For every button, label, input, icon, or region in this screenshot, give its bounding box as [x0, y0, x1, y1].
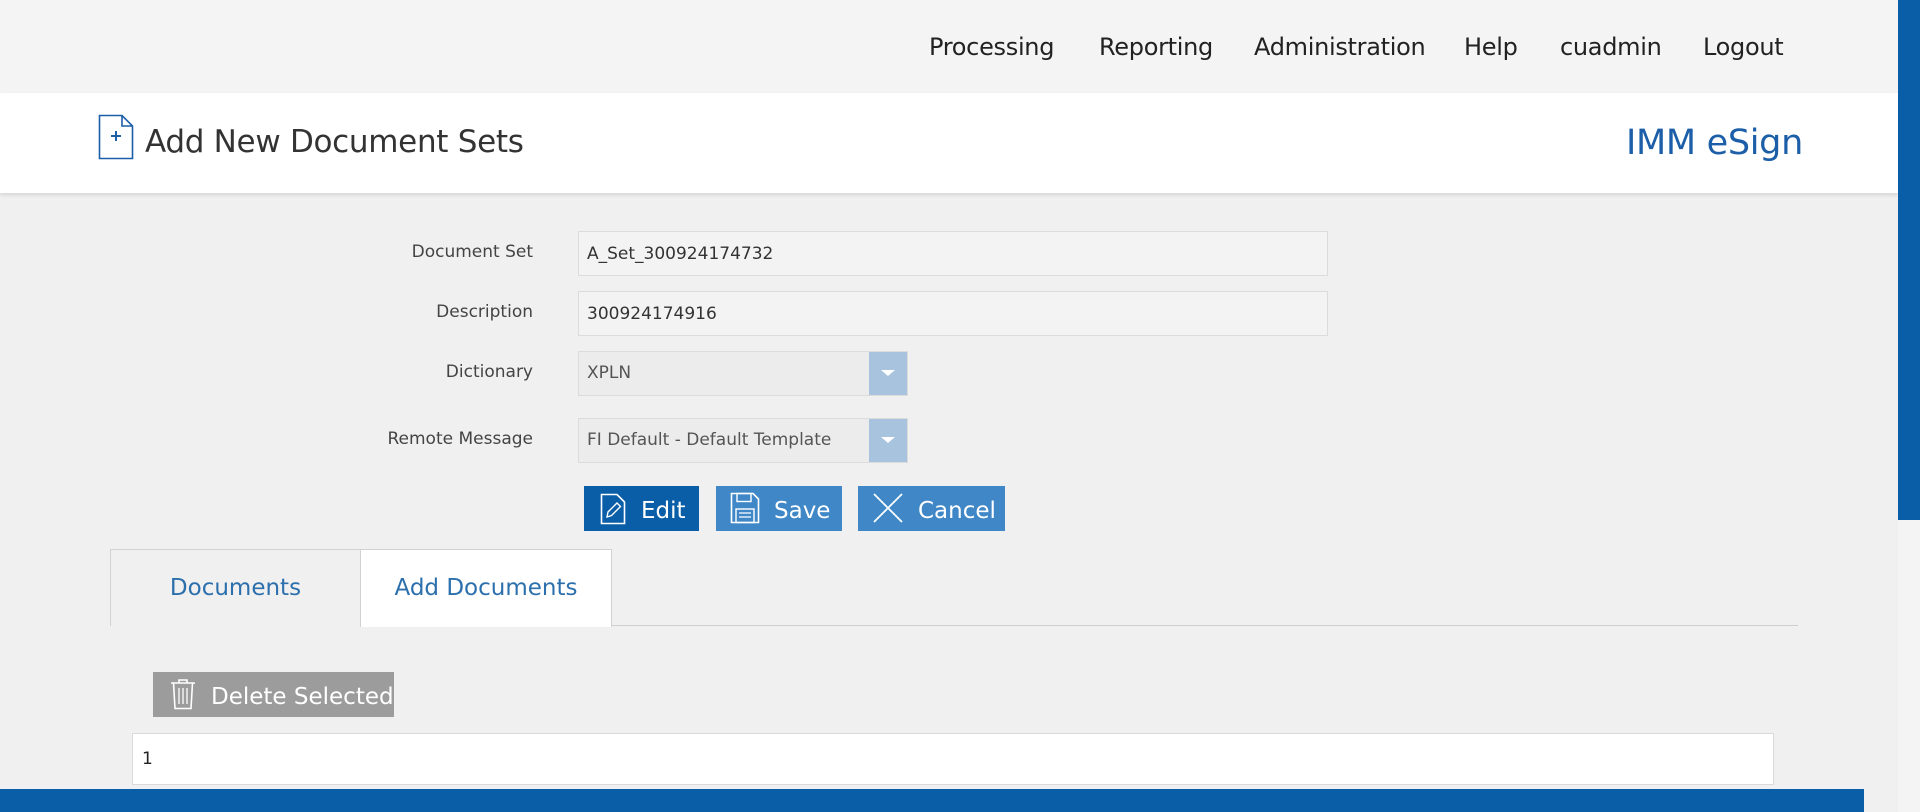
- footer-bar: [0, 789, 1864, 812]
- tab-add-documents[interactable]: Add Documents: [360, 549, 612, 627]
- delete-selected-label: Delete Selected: [211, 684, 394, 710]
- dictionary-value: XPLN: [587, 363, 632, 383]
- trash-icon: [171, 679, 195, 710]
- top-navigation: Processing Reporting Administration Help…: [0, 0, 1898, 93]
- nav-user-menu[interactable]: cuadmin: [1560, 33, 1662, 61]
- table-row[interactable]: 1: [132, 733, 1774, 785]
- nav-help[interactable]: Help: [1464, 33, 1518, 61]
- dictionary-label: Dictionary: [445, 362, 533, 382]
- chevron-down-icon[interactable]: [869, 419, 907, 462]
- save-icon: [730, 492, 760, 524]
- scrollbar-thumb[interactable]: [1898, 0, 1920, 520]
- table-cell: 1: [142, 749, 153, 769]
- edit-icon: [600, 493, 626, 525]
- cancel-label: Cancel: [918, 498, 996, 524]
- close-icon: [873, 493, 903, 523]
- nav-administration[interactable]: Administration: [1254, 33, 1426, 61]
- page-title: Add New Document Sets: [145, 124, 524, 160]
- footer-gap: [1864, 789, 1898, 812]
- description-input[interactable]: [578, 291, 1328, 336]
- dictionary-select[interactable]: XPLN: [578, 351, 908, 396]
- cancel-button[interactable]: Cancel: [858, 486, 1005, 531]
- document-set-input[interactable]: [578, 231, 1328, 276]
- save-label: Save: [774, 498, 831, 524]
- remote-message-value: FI Default - Default Template: [587, 430, 832, 450]
- delete-selected-button[interactable]: Delete Selected: [153, 672, 394, 717]
- nav-logout[interactable]: Logout: [1703, 33, 1784, 61]
- save-button[interactable]: Save: [716, 486, 842, 531]
- description-label: Description: [436, 302, 533, 322]
- edit-label: Edit: [641, 498, 686, 524]
- brand-name: IMM eSign: [1625, 123, 1803, 163]
- add-document-icon: [98, 114, 134, 160]
- tab-documents[interactable]: Documents: [110, 549, 361, 626]
- nav-reporting[interactable]: Reporting: [1099, 33, 1213, 61]
- nav-processing[interactable]: Processing: [929, 33, 1054, 61]
- document-set-label: Document Set: [411, 242, 533, 262]
- remote-message-select[interactable]: FI Default - Default Template: [578, 418, 908, 463]
- edit-button[interactable]: Edit: [584, 486, 699, 531]
- remote-message-label: Remote Message: [387, 429, 533, 449]
- chevron-down-icon[interactable]: [869, 352, 907, 395]
